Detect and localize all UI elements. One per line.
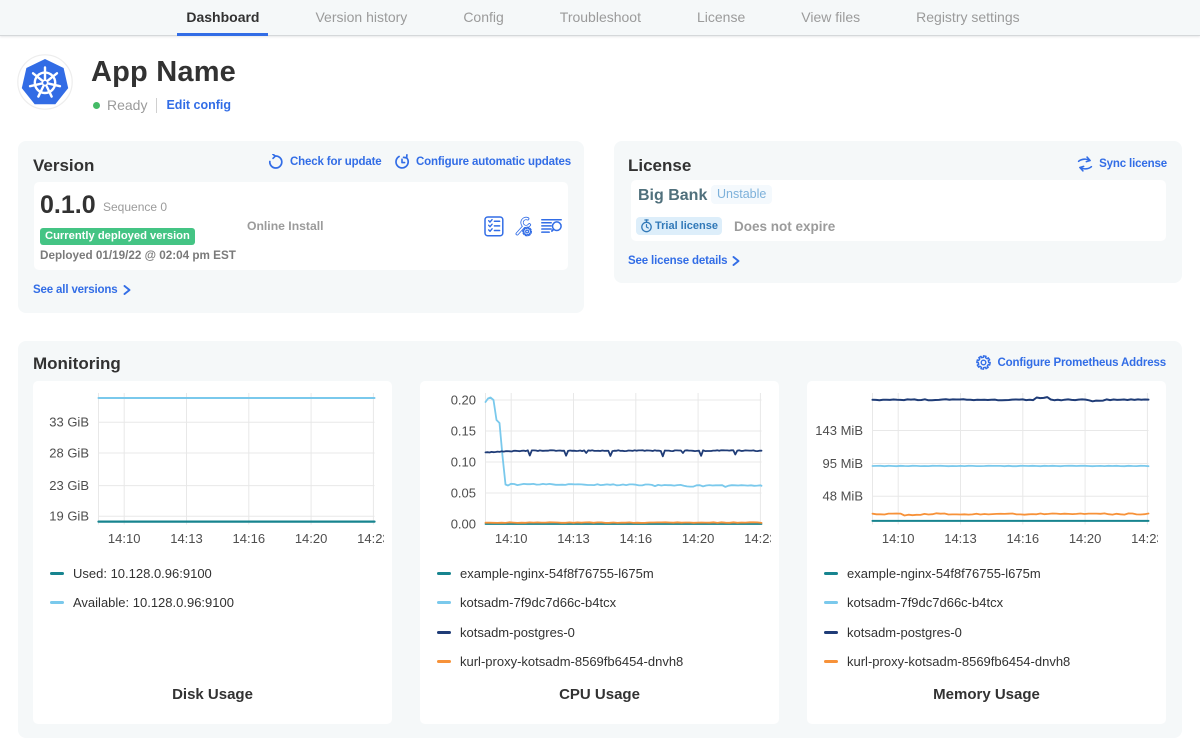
svg-text:143 MiB: 143 MiB [815, 423, 863, 438]
svg-text:19 GiB: 19 GiB [49, 509, 89, 524]
svg-text:14:10: 14:10 [495, 531, 528, 546]
svg-text:14:13: 14:13 [557, 531, 590, 546]
svg-text:14:13: 14:13 [944, 531, 977, 546]
svg-text:14:20: 14:20 [295, 531, 328, 546]
svg-text:0.15: 0.15 [451, 424, 476, 439]
svg-text:14:16: 14:16 [233, 531, 266, 546]
svg-text:0.05: 0.05 [451, 486, 476, 501]
svg-text:14:13: 14:13 [170, 531, 203, 546]
svg-text:33 GiB: 33 GiB [49, 415, 89, 430]
svg-text:23 GiB: 23 GiB [49, 478, 89, 493]
svg-text:14:16: 14:16 [620, 531, 653, 546]
svg-text:0.20: 0.20 [451, 393, 476, 408]
svg-text:14:23: 14:23 [1131, 531, 1158, 546]
svg-text:14:20: 14:20 [682, 531, 715, 546]
svg-text:0.10: 0.10 [451, 455, 476, 470]
svg-text:48 MiB: 48 MiB [823, 489, 863, 504]
svg-text:14:10: 14:10 [108, 531, 141, 546]
svg-text:14:10: 14:10 [882, 531, 915, 546]
svg-text:14:23: 14:23 [744, 531, 771, 546]
svg-text:28 GiB: 28 GiB [49, 446, 89, 461]
svg-text:14:23: 14:23 [357, 531, 384, 546]
svg-text:95 MiB: 95 MiB [823, 456, 863, 471]
svg-text:0.00: 0.00 [451, 517, 476, 532]
svg-text:14:16: 14:16 [1007, 531, 1040, 546]
svg-text:14:20: 14:20 [1069, 531, 1102, 546]
